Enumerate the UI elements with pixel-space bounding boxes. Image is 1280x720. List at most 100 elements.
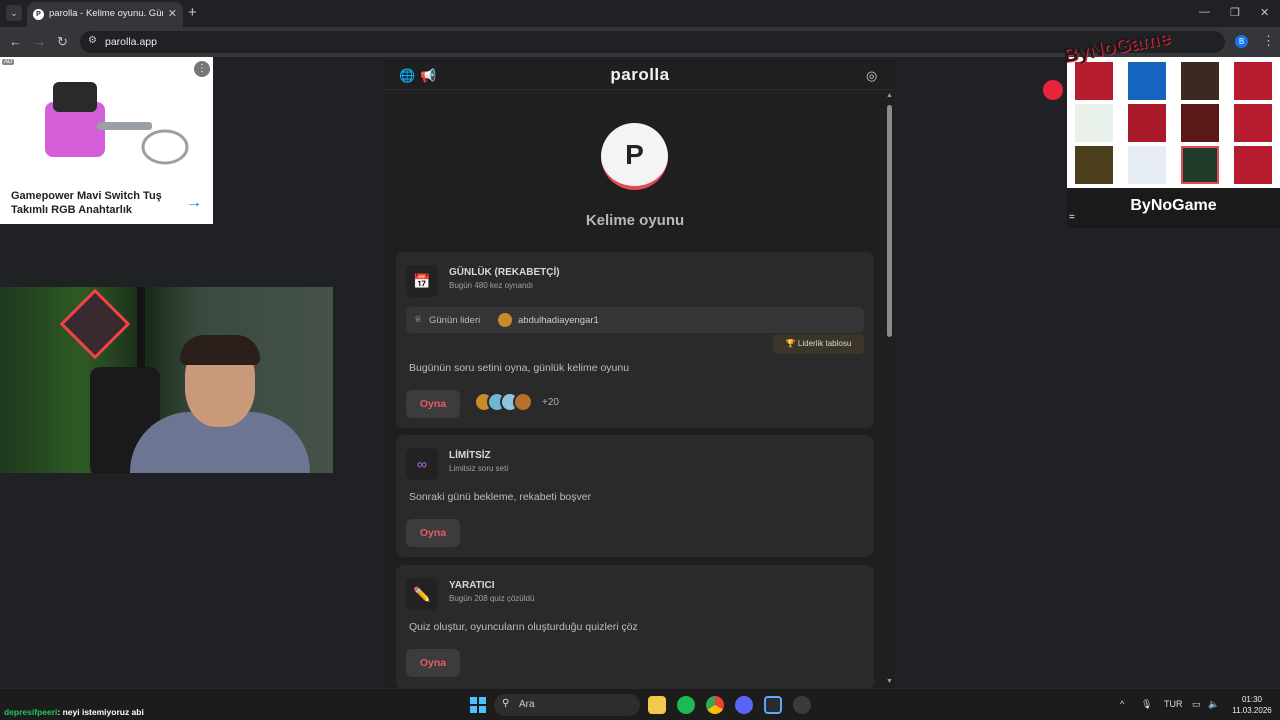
card-title: LİMİTSİZ [449,450,491,461]
play-daily-button[interactable]: Oyna [406,390,460,418]
card-subtitle: Bugün 208 quiz çözüldü [449,594,535,603]
chat-message: : neyi istemiyoruz abi [57,707,144,717]
file-explorer-icon[interactable] [648,696,666,714]
ad-title: Gamepower Mavi Switch Tuş Takımlı RGB An… [11,190,162,216]
calendar-icon: 📅 [406,265,438,297]
parolla-favicon-icon: P [33,9,44,20]
url-text: parolla.app [105,36,157,48]
sponsor-panel [1067,57,1280,188]
language-indicator[interactable]: TUR [1164,699,1183,709]
product-tile [1234,62,1272,100]
spotify-icon[interactable] [677,696,695,714]
leader-label: Günün lideri [429,315,481,326]
tab-title: parolla - Kelime oyunu. Günlük [49,8,163,19]
address-bar[interactable]: ⚙ parolla.app [80,31,1225,53]
network-icon[interactable]: ▭ [1192,699,1201,710]
app-icon-2[interactable] [793,696,811,714]
card-subtitle: Bugün 480 kez oynandı [449,281,534,290]
new-tab-icon[interactable]: + [188,4,197,21]
product-tile [1181,62,1219,100]
scroll-thumb[interactable] [887,105,892,337]
streamer-hair [180,335,260,365]
product-tile [1181,104,1219,142]
trophy-outline-icon: ♕ [414,314,423,324]
more-players-count: +20 [542,397,559,408]
card-description: Bugünün soru setini oyna, günlük kelime … [409,362,630,374]
product-tile [1128,104,1166,142]
mode-card-daily: 📅 GÜNLÜK (REKABETÇİ) Bugün 480 kez oynan… [396,252,874,428]
site-info-icon[interactable]: ⚙ [88,35,97,46]
page-scrollbar[interactable]: ▲ ▼ [885,91,895,688]
leader-avatar [498,313,512,327]
ad-options-icon[interactable]: ⋮ [194,61,210,77]
app-logo: P [601,123,668,190]
sponsor-logo: ByNoGame [1130,197,1217,214]
search-icon: ⚲ [502,698,510,709]
volume-icon[interactable]: 🔈 [1208,699,1219,710]
product-tile [1128,62,1166,100]
back-icon[interactable]: ← [9,34,22,49]
product-tile [1075,104,1113,142]
forward-icon[interactable]: → [33,34,46,49]
ad-banner[interactable]: AD ⋮ Gamepower Mavi Switch Tuş Takımlı R… [0,57,213,224]
card-subtitle: Limitsiz soru seti [449,464,509,473]
clock-date: 11.03.2026 [1232,706,1272,715]
card-title: YARATICI [449,580,495,591]
play-creator-button[interactable]: Oyna [406,649,460,677]
browser-menu-icon[interactable]: ⋮ [1262,33,1275,49]
card-description: Sonraki günü bekleme, rekabeti boşver [409,491,592,503]
user-icon[interactable]: ◎ [866,68,877,84]
leader-name[interactable]: abdulhadiayengar1 [518,315,599,326]
chat-username: depresifpeeri [4,707,58,717]
ad-badge: AD [2,59,15,65]
browser-tab-active[interactable]: P parolla - Kelime oyunu. Günlük ✕ [27,2,183,27]
parolla-app: 🌐 📢 parolla ◎ P Kelime oyunu 📅 GÜNLÜK (R… [385,60,895,688]
webcam-overlay [0,287,333,473]
player-avatar [513,392,533,412]
reload-icon[interactable]: ↻ [57,34,68,50]
app-subtitle: Kelime oyunu [585,212,685,229]
discord-icon[interactable] [735,696,753,714]
product-tile [1075,146,1113,184]
bynogame-mark-icon [1043,80,1063,100]
clock-time: 01:30 [1241,695,1263,704]
product-tile [1128,146,1166,184]
product-tile [1075,62,1113,100]
windows-taskbar: depresifpeeri: neyi istemiyoruz abi ⚲ Ar… [0,688,1280,720]
keychain-product-image [45,82,189,165]
neon-sign [59,288,131,360]
card-title: GÜNLÜK (REKABETÇİ) [449,267,560,278]
scroll-up-icon[interactable]: ▲ [886,92,893,99]
infinity-icon: ∞ [406,448,438,480]
leaderboard-button[interactable]: 🏆 Liderlik tablosu [773,334,864,354]
taskbar-clock[interactable]: 01:30 11.03.2026 [1227,694,1277,716]
app-header: 🌐 📢 parolla ◎ [385,60,895,90]
stream-chat-line: depresifpeeri: neyi istemiyoruz abi [4,707,144,717]
pencil-icon: ✏️ [406,578,438,610]
product-tile [1181,146,1219,184]
daily-leader-row: ♕ Günün lideri abdulhadiayengar1 [406,307,864,333]
app-icon[interactable] [764,696,782,714]
minimize-icon[interactable]: — [1199,6,1210,18]
scroll-down-icon[interactable]: ▼ [886,678,893,685]
tray-overflow-icon[interactable]: ^ [1120,699,1124,709]
product-tile [1234,104,1272,142]
tab-search-icon[interactable]: ⌄ [6,5,22,21]
product-tile [1234,146,1272,184]
microphone-icon[interactable]: 🎙 [1141,699,1152,710]
ad-arrow-icon[interactable]: → [186,194,202,212]
mode-card-creator: ✏️ YARATICI Bugün 208 quiz çözüldü Quiz … [396,565,874,688]
card-description: Quiz oluştur, oyuncuların oluşturduğu qu… [409,621,638,633]
tab-close-icon[interactable]: ✕ [168,7,177,20]
profile-avatar[interactable]: B [1235,35,1248,48]
play-unlimited-button[interactable]: Oyna [406,519,460,547]
taskbar-search[interactable]: ⚲ Ara [494,694,640,716]
windows-start-icon[interactable] [470,697,486,713]
sponsor-logo-bar: ByNoGame [1067,188,1280,228]
search-placeholder: Ara [519,699,535,710]
window-close-icon[interactable]: ✕ [1260,6,1269,19]
app-title: parolla [610,65,670,84]
chrome-icon[interactable] [706,696,724,714]
overlay-marker: = [1069,212,1075,223]
restore-icon[interactable]: ❐ [1230,6,1240,19]
